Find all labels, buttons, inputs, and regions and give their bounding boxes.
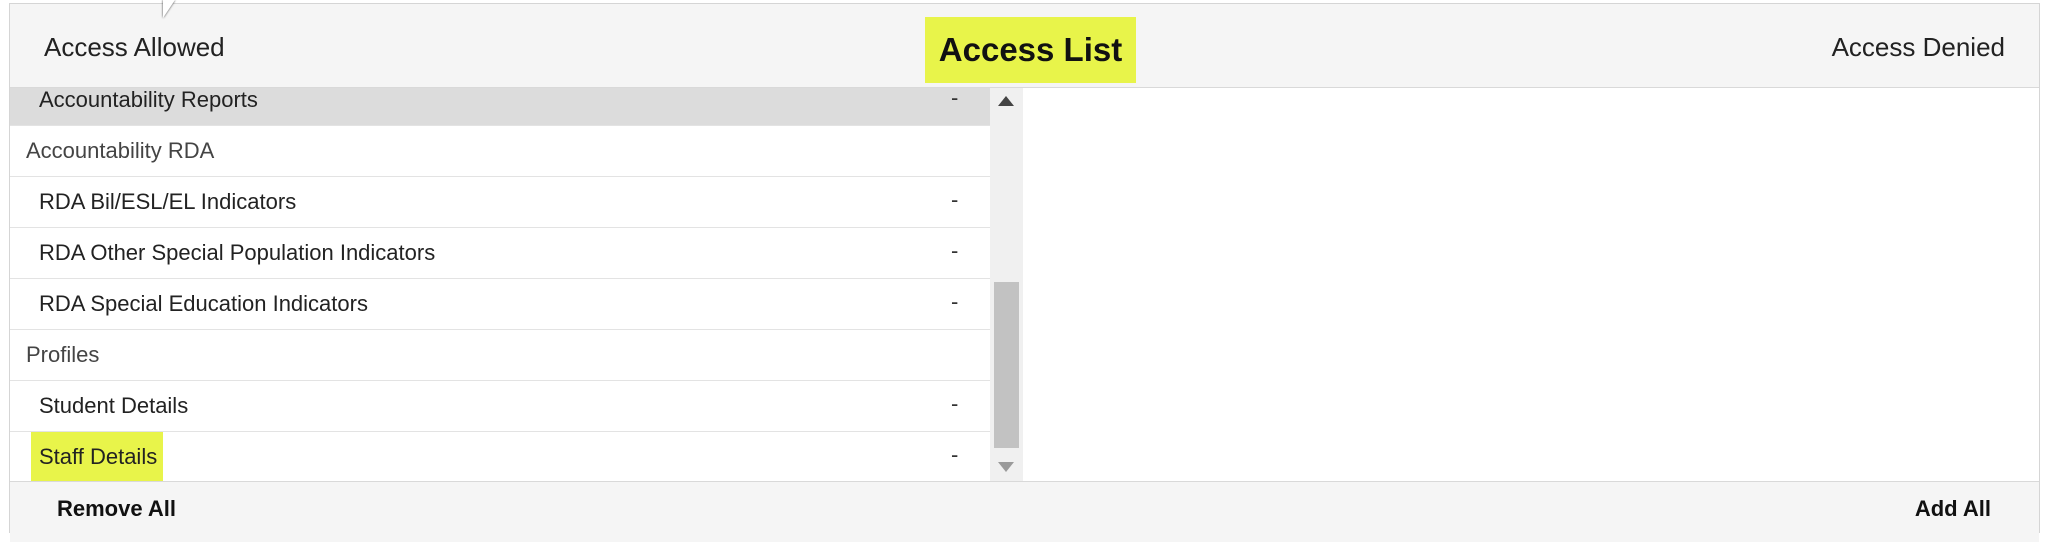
group-label: Accountability RDA	[26, 138, 215, 163]
access-denied-list[interactable]	[1023, 88, 2039, 481]
scrollbar-thumb[interactable]	[994, 282, 1019, 448]
remove-item-button[interactable]: -	[951, 289, 958, 315]
mouse-cursor-icon	[163, 0, 175, 18]
remove-item-button[interactable]: -	[951, 238, 958, 264]
list-item[interactable]: Staff Details -	[10, 432, 990, 481]
remove-item-button[interactable]: -	[951, 187, 958, 213]
page-title: Access List	[925, 17, 1136, 83]
panel-footer: Remove All Add All	[10, 481, 2039, 542]
list-item-label: RDA Special Education Indicators	[39, 291, 368, 316]
remove-item-button[interactable]: -	[951, 391, 958, 417]
remove-item-button[interactable]: -	[951, 88, 958, 111]
remove-item-button[interactable]: -	[951, 442, 958, 468]
access-allowed-list[interactable]: Accountability Reports - Accountability …	[10, 88, 991, 481]
remove-all-button[interactable]: Remove All	[57, 496, 176, 522]
access-denied-heading: Access Denied	[1831, 32, 2005, 62]
list-item[interactable]: Student Details -	[10, 381, 990, 432]
scroll-down-arrow-icon[interactable]	[998, 462, 1014, 472]
list-item-label: Student Details	[39, 393, 189, 418]
panel-header: Access Allowed Access List Access Denied	[10, 4, 2039, 88]
list-group-header: Profiles	[10, 330, 990, 381]
list-item[interactable]: RDA Special Education Indicators -	[10, 279, 990, 330]
list-item[interactable]: RDA Other Special Population Indicators …	[10, 228, 990, 279]
list-item-label: RDA Other Special Population Indicators	[39, 240, 436, 265]
list-group-header: Accountability RDA	[10, 126, 990, 177]
scroll-up-arrow-icon[interactable]	[998, 96, 1014, 106]
list-item-label: Accountability Reports	[39, 88, 258, 112]
access-list-panel: Access Allowed Access List Access Denied…	[9, 3, 2040, 542]
group-label: Profiles	[26, 342, 100, 367]
highlighted-label: Staff Details	[31, 432, 164, 481]
list-item[interactable]: RDA Bil/ESL/EL Indicators -	[10, 177, 990, 228]
list-item-label: Staff Details	[31, 432, 164, 481]
access-allowed-heading: Access Allowed	[44, 32, 225, 62]
allowed-list-scrollbar[interactable]	[990, 88, 1023, 481]
list-item[interactable]: Accountability Reports -	[10, 88, 990, 126]
add-all-button[interactable]: Add All	[1915, 496, 1991, 522]
list-item-label: RDA Bil/ESL/EL Indicators	[39, 189, 297, 214]
